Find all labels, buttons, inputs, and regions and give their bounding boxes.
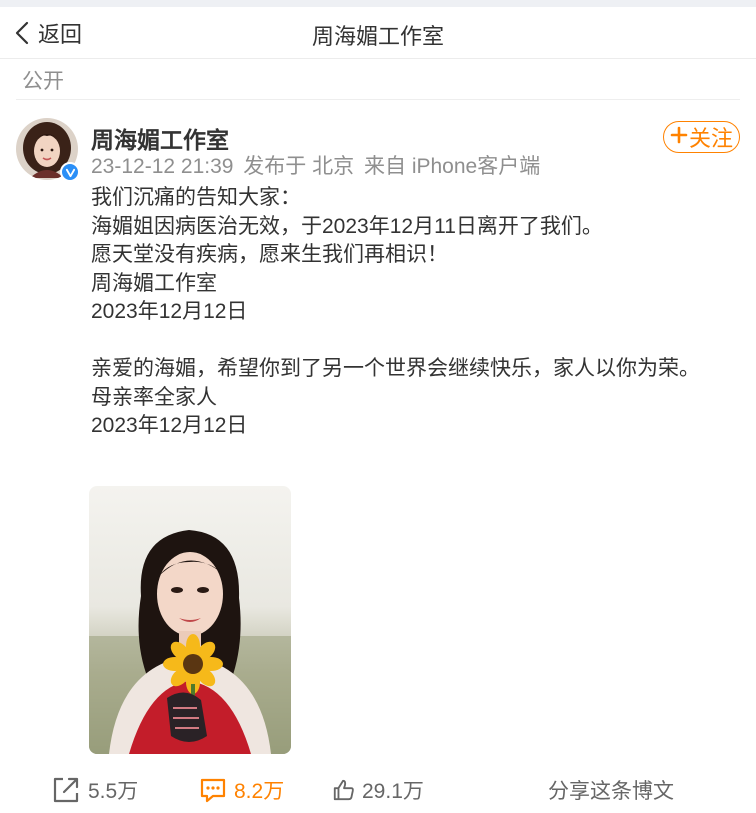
page-title: 周海媚工作室 <box>311 24 444 49</box>
follow-button[interactable]: 关注 <box>663 121 740 153</box>
forward-count: 5.5万 <box>88 780 139 803</box>
share-button[interactable]: 分享这条博文 <box>548 774 674 806</box>
comment-icon <box>200 778 226 803</box>
content-line: 母亲率全家人 <box>91 385 217 409</box>
top-strip <box>0 0 756 7</box>
post-client: 来自 iPhone客户端 <box>363 155 541 178</box>
plus-icon <box>670 124 688 150</box>
content-line: 2023年12月12日 <box>91 300 248 323</box>
verified-badge-icon <box>60 162 80 182</box>
back-label: 返回 <box>38 22 83 47</box>
content-line: 亲爱的海媚，希望你到了另一个世界会继续快乐，家人以你为荣。 <box>91 357 700 380</box>
comment-count: 8.2万 <box>234 780 285 803</box>
chevron-left-icon <box>15 21 29 45</box>
avatar[interactable] <box>16 118 80 182</box>
post-timestamp: 23-12-12 21:39 <box>91 155 234 178</box>
content-line: 愿天堂没有疾病，愿来生我们再相识！ <box>91 243 448 266</box>
content-line: 2023年12月12日 <box>91 414 248 437</box>
share-label: 分享这条博文 <box>548 780 674 803</box>
content-line: 周海媚工作室 <box>91 271 217 295</box>
forward-button[interactable]: 5.5万 <box>50 774 138 806</box>
thumbs-up-icon <box>333 779 354 801</box>
photo-woman-sunflower-icon <box>89 486 291 754</box>
like-count: 29.1万 <box>362 780 424 803</box>
content-line <box>91 327 741 356</box>
like-button[interactable]: 29.1万 <box>332 774 424 806</box>
post-meta: 23-12-12 21:39 发布于 北京 来自 iPhone客户端 <box>91 150 544 180</box>
content-line: 我们沉痛的告知大家： <box>91 186 301 209</box>
post-content: 我们沉痛的告知大家： 海媚姐因病医治无效，于2023年12月11日离开了我们。 … <box>91 184 741 441</box>
content-line: 海媚姐因病医治无效，于2023年12月11日离开了我们。 <box>91 214 603 238</box>
forward-icon <box>53 777 79 803</box>
divider <box>16 99 740 100</box>
action-bar: 5.5万 8.2万 29.1万 分享这条博文 <box>0 770 756 810</box>
visibility-label: 公开 <box>22 70 64 93</box>
comment-button[interactable]: 8.2万 <box>198 774 284 806</box>
post-location: 发布于 北京 <box>243 155 355 178</box>
nav-bar: 返回 周海媚工作室 <box>0 7 756 59</box>
back-button[interactable]: 返回 <box>14 19 82 47</box>
follow-label: 关注 <box>688 126 733 151</box>
post-image[interactable] <box>89 486 291 754</box>
